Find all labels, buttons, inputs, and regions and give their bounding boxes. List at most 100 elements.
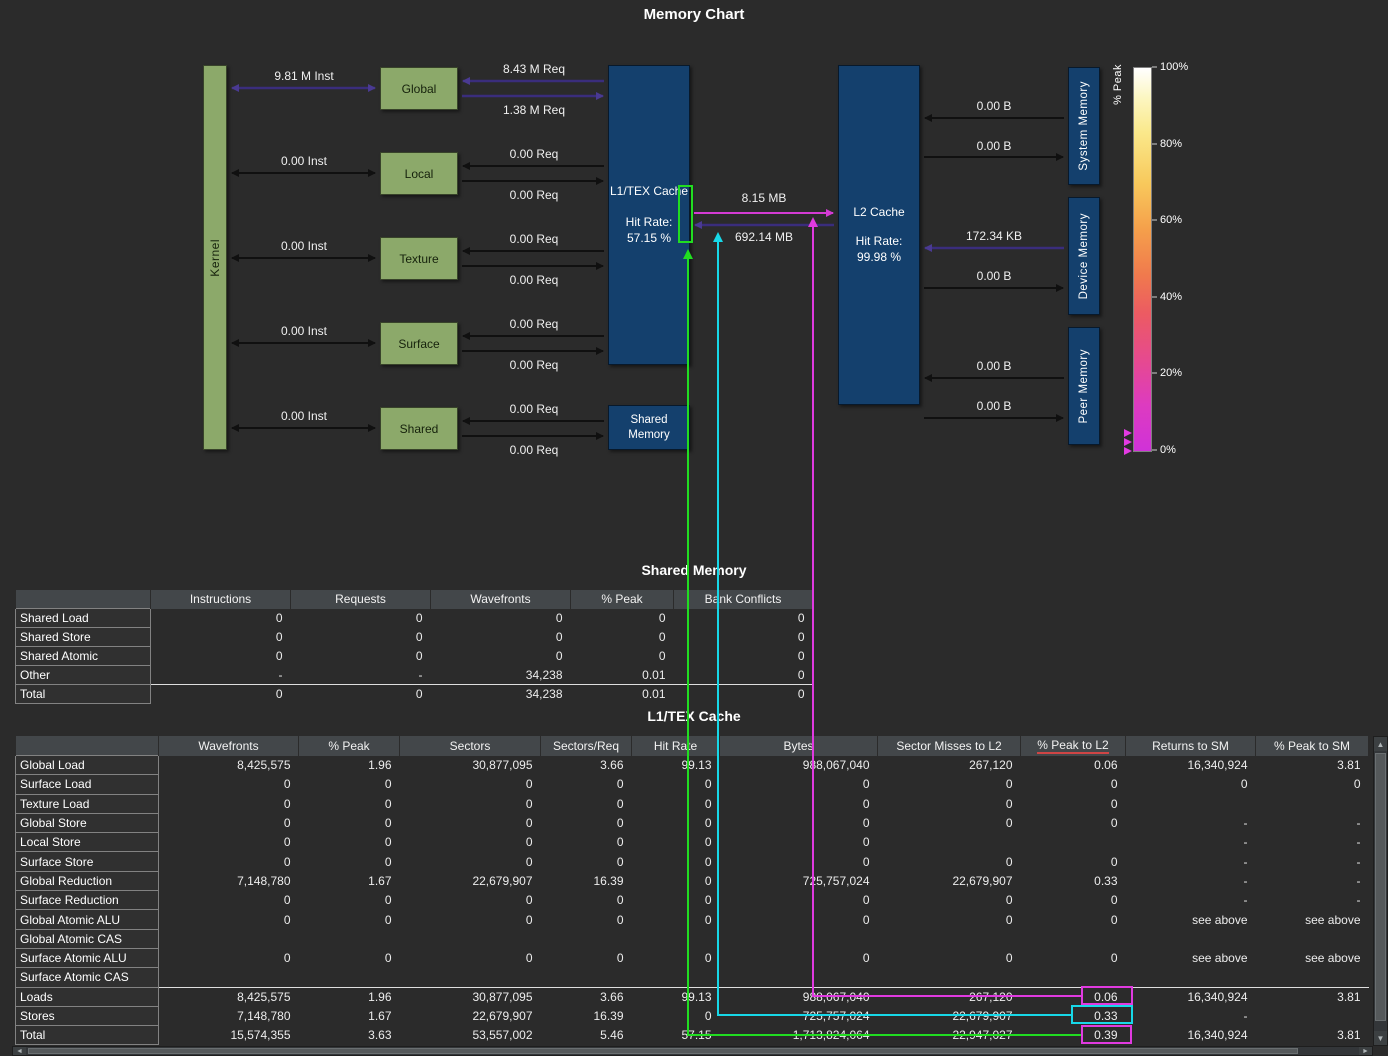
cell: - — [1126, 852, 1256, 871]
column-header[interactable]: Returns to SM — [1126, 736, 1256, 756]
cell: 7,148,780 — [159, 1006, 299, 1025]
cell: 0 — [400, 948, 541, 967]
shared-box: Shared — [380, 407, 458, 450]
column-header[interactable]: Sectors — [400, 736, 541, 756]
global-box: Global — [380, 67, 458, 110]
cell: 22,679,907 — [400, 871, 541, 890]
cell — [1021, 833, 1126, 852]
cell — [159, 929, 299, 948]
scale-current-value-marker — [1124, 447, 1132, 455]
column-header[interactable]: Hit Rate — [632, 736, 720, 756]
cell: see above — [1126, 948, 1256, 967]
cell: 0 — [674, 666, 813, 685]
header-row: Wavefronts% Peak Sectors Sectors/Req Hit Ra… — [16, 736, 1369, 756]
edge-label-texture-l1-loads: 0.00 Req — [510, 232, 559, 246]
cell: 0 — [159, 794, 299, 813]
column-header-label: Returns to SM — [1152, 739, 1229, 753]
cell: see above — [1256, 948, 1369, 967]
edge-label-l2-to-l1: 692.14 MB — [735, 230, 793, 244]
cell — [1256, 1006, 1369, 1025]
row-label: Texture Load — [16, 794, 159, 813]
column-header[interactable]: % Peak — [571, 590, 674, 609]
edge-label-l2-device-in: 172.34 KB — [966, 229, 1022, 243]
column-header[interactable]: Instructions — [151, 590, 291, 609]
column-header[interactable]: % Peak to SM — [1256, 736, 1369, 756]
table-row: Shared Store00000 — [16, 628, 813, 647]
cell: 0 — [1256, 775, 1369, 794]
cell: 3.63 — [299, 1026, 400, 1045]
cell — [299, 929, 400, 948]
cell: 34,238 — [431, 685, 571, 704]
cell: 0.06 — [1021, 987, 1126, 1006]
cell: - — [1126, 813, 1256, 832]
cell: 1.67 — [299, 1006, 400, 1025]
cell: - — [1126, 833, 1256, 852]
cell: 0 — [159, 833, 299, 852]
cell: 0 — [400, 794, 541, 813]
edge-label-l2-peer-out: 0.00 B — [977, 399, 1012, 413]
column-header[interactable]: % Peak — [299, 736, 400, 756]
cell: 0 — [291, 647, 431, 666]
edge-label-local-l1-loads: 0.00 Req — [510, 147, 559, 161]
row-label: Total — [16, 685, 151, 704]
cell: 0 — [541, 813, 632, 832]
vertical-scrollbar-thumb[interactable] — [1375, 753, 1386, 1021]
shared-label: Shared — [400, 422, 439, 436]
scale-axis-label: % Peak — [1112, 64, 1124, 105]
horizontal-scrollbar[interactable]: ◄ ► — [12, 1046, 1373, 1056]
scroll-right-button[interactable]: ► — [1359, 1047, 1372, 1055]
column-header[interactable]: Sectors/Req — [541, 736, 632, 756]
row-label: Surface Atomic ALU — [16, 948, 159, 967]
cell: 16,340,924 — [1126, 987, 1256, 1006]
scroll-up-button[interactable]: ▲ — [1374, 737, 1387, 751]
column-header-label: Sectors — [450, 739, 491, 753]
cell: 0 — [431, 647, 571, 666]
cell: 0 — [400, 833, 541, 852]
l2-cache-title: L2 Cache — [853, 205, 904, 220]
cell: 0 — [541, 794, 632, 813]
column-header[interactable]: Sector Misses to L2 — [878, 736, 1021, 756]
column-header[interactable]: Wavefronts — [159, 736, 299, 756]
cell: 0.06 — [1021, 756, 1126, 775]
cell: 0 — [541, 852, 632, 871]
system-memory-label: System Memory — [1078, 81, 1090, 171]
row-label: Stores — [16, 1006, 159, 1025]
column-header[interactable]: Requests — [291, 590, 431, 609]
cell — [1256, 929, 1369, 948]
scroll-left-button[interactable]: ◄ — [13, 1047, 26, 1055]
scroll-down-button[interactable]: ▼ — [1374, 1031, 1387, 1045]
horizontal-scrollbar-thumb[interactable] — [28, 1048, 1298, 1054]
peer-memory-box: Peer Memory — [1068, 327, 1100, 445]
row-label: Surface Reduction — [16, 891, 159, 910]
column-header-label: Wavefronts — [470, 592, 530, 606]
column-header-label: % Peak to L2 — [1037, 738, 1108, 754]
table-row: Surface Atomic CAS — [16, 968, 1369, 987]
cell — [1256, 794, 1369, 813]
cell: 53,557,002 — [400, 1026, 541, 1045]
column-header-label: Hit Rate — [654, 739, 697, 753]
edge-label-surface-l1-stores: 0.00 Req — [510, 358, 559, 372]
column-header[interactable]: Bank Conflicts — [674, 590, 813, 609]
cell: 0 — [299, 813, 400, 832]
column-header[interactable]: % Peak to L2 — [1021, 736, 1126, 756]
column-header[interactable]: Wavefronts — [431, 590, 571, 609]
column-header[interactable]: Bytes — [720, 736, 878, 756]
cell: - — [151, 666, 291, 685]
cell: 0 — [400, 775, 541, 794]
edge-label-global-l1-loads: 8.43 M Req — [503, 62, 565, 76]
cell: 3.81 — [1256, 756, 1369, 775]
cell: 0 — [541, 891, 632, 910]
scale-tick-100: 100% — [1160, 61, 1188, 73]
cell: 0 — [1021, 948, 1126, 967]
scale-tick-0: 0% — [1160, 444, 1176, 456]
cell: 0.33 — [1021, 871, 1126, 890]
l1-hit-rate-label: Hit Rate: — [626, 215, 673, 231]
cell: 0 — [291, 685, 431, 704]
vertical-scrollbar[interactable]: ▲ ▼ — [1373, 736, 1388, 1046]
cell: 8,425,575 — [159, 987, 299, 1006]
table-row: Global Load8,425,5751.9630,877,0953.6699… — [16, 756, 1369, 775]
edge-label-l2-peer-in: 0.00 B — [977, 359, 1012, 373]
cell: 0 — [541, 833, 632, 852]
edge-label-kernel-surface: 0.00 Inst — [281, 324, 328, 338]
header-row: InstructionsRequests Wavefronts % PeakBank… — [16, 590, 813, 609]
